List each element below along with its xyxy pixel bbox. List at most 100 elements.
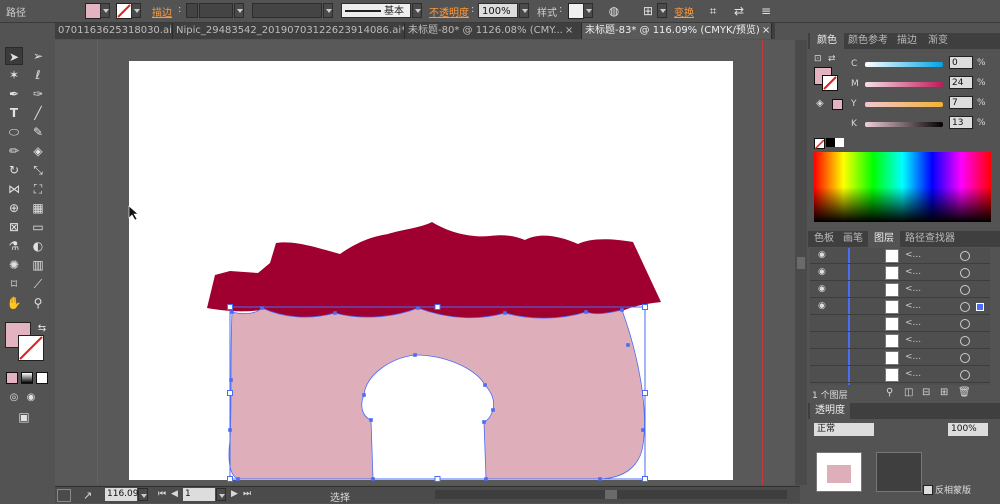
- horizontal-scroll-thumb[interactable]: [605, 490, 617, 499]
- visibility-eye-icon[interactable]: ◉: [818, 302, 829, 311]
- layer-row[interactable]: ◉ <...: [810, 248, 990, 264]
- anchor-point[interactable]: [333, 311, 337, 315]
- target-icon[interactable]: [960, 302, 970, 312]
- anchor-point[interactable]: [260, 306, 264, 310]
- target-icon[interactable]: [960, 251, 970, 261]
- selection-handle[interactable]: [642, 304, 648, 310]
- magenta-slider[interactable]: [865, 82, 943, 87]
- next-artboard-icon[interactable]: ▶: [231, 489, 238, 499]
- web-color-swatch[interactable]: [832, 99, 843, 110]
- tab-gradient[interactable]: 渐变: [923, 33, 953, 49]
- vertical-scroll-thumb[interactable]: [797, 257, 805, 269]
- target-icon[interactable]: [960, 370, 970, 380]
- anchor-point[interactable]: [626, 343, 630, 347]
- layer-row[interactable]: <...: [810, 316, 990, 332]
- tab-pathfinder[interactable]: 路径查找器: [901, 231, 959, 247]
- swap-colors-icon[interactable]: ⇄: [828, 54, 836, 64]
- layer-row[interactable]: <...: [810, 333, 990, 349]
- selected-art-indicator[interactable]: [976, 303, 984, 311]
- anchor-point[interactable]: [598, 477, 602, 481]
- zoom-field[interactable]: 116.09: [105, 488, 139, 501]
- artboard-dropdown[interactable]: [216, 488, 226, 501]
- tab-brushes[interactable]: 画笔: [839, 231, 867, 247]
- delete-layer-icon[interactable]: 🗑: [958, 387, 971, 398]
- anchor-point[interactable]: [641, 428, 645, 432]
- new-sublayer-icon[interactable]: ⊟: [922, 387, 930, 398]
- anchor-point[interactable]: [362, 393, 366, 397]
- color-panel-stroke-box[interactable]: [822, 75, 838, 91]
- share-icon[interactable]: ↗: [83, 489, 95, 502]
- anchor-point[interactable]: [484, 477, 488, 481]
- black-slider[interactable]: [865, 122, 943, 127]
- first-artboard-icon[interactable]: ⏮: [158, 489, 166, 499]
- selection-handle[interactable]: [227, 476, 233, 482]
- locate-object-icon[interactable]: ⚲: [886, 387, 893, 398]
- anchor-point[interactable]: [483, 383, 487, 387]
- make-clipping-mask-icon[interactable]: ◫: [904, 387, 913, 398]
- target-icon[interactable]: [960, 319, 970, 329]
- last-artboard-icon[interactable]: ⏭: [243, 489, 251, 499]
- layer-row[interactable]: ◉ <...: [810, 282, 990, 298]
- layer-row[interactable]: <...: [810, 350, 990, 366]
- none-swatch[interactable]: [814, 138, 825, 150]
- blend-mode-select[interactable]: 正常: [814, 423, 874, 436]
- cyan-value-field[interactable]: 0: [949, 56, 973, 69]
- anchor-point[interactable]: [236, 477, 240, 481]
- anchor-point[interactable]: [229, 378, 233, 382]
- target-icon[interactable]: [960, 336, 970, 346]
- target-icon[interactable]: [960, 268, 970, 278]
- anchor-point[interactable]: [228, 428, 232, 432]
- visibility-eye-icon[interactable]: ◉: [818, 268, 829, 277]
- anchor-point[interactable]: [584, 310, 588, 314]
- visibility-eye-icon[interactable]: ◉: [818, 251, 829, 260]
- selection-handle[interactable]: [434, 304, 441, 310]
- layer-row[interactable]: ◉ <...: [810, 299, 990, 315]
- tab-swatches[interactable]: 色板: [810, 231, 838, 247]
- black-swatch[interactable]: [826, 138, 835, 147]
- magenta-value-field[interactable]: 24: [949, 76, 973, 89]
- tab-stroke[interactable]: 描边: [892, 33, 922, 49]
- selection-handle[interactable]: [227, 304, 233, 310]
- target-icon[interactable]: [960, 285, 970, 295]
- layer-row[interactable]: <...: [810, 367, 990, 383]
- yellow-value-field[interactable]: 7: [949, 96, 973, 109]
- anchor-point[interactable]: [369, 418, 373, 422]
- tab-transparency[interactable]: 透明度: [810, 403, 850, 419]
- anchor-point[interactable]: [491, 408, 495, 412]
- selection-handle[interactable]: [227, 390, 233, 396]
- selection-handle[interactable]: [434, 476, 441, 482]
- visibility-eye-icon[interactable]: ◉: [818, 285, 829, 294]
- horizontal-scrollbar[interactable]: [435, 490, 787, 499]
- layer-row[interactable]: ◉ <...: [810, 265, 990, 281]
- yellow-slider[interactable]: [865, 102, 943, 107]
- tab-layers[interactable]: 图层: [868, 231, 900, 247]
- white-swatch[interactable]: [835, 138, 844, 147]
- anchor-point[interactable]: [620, 308, 624, 312]
- anchor-point[interactable]: [482, 420, 486, 424]
- transparency-opacity-field[interactable]: 100%: [948, 423, 988, 436]
- tab-color[interactable]: 颜色: [810, 33, 844, 49]
- color-spectrum[interactable]: [814, 152, 991, 222]
- vertical-scrollbar[interactable]: [795, 40, 807, 485]
- anchor-point[interactable]: [503, 311, 507, 315]
- selection-handle[interactable]: [642, 476, 648, 482]
- target-icon[interactable]: [960, 353, 970, 363]
- opacity-mask-thumbnail[interactable]: [876, 452, 922, 492]
- new-layer-icon[interactable]: ⊞: [940, 387, 948, 398]
- cyan-slider[interactable]: [865, 62, 943, 67]
- anchor-point[interactable]: [230, 310, 234, 314]
- zoom-dropdown[interactable]: [138, 488, 148, 501]
- anchor-point[interactable]: [416, 306, 420, 310]
- tab-color-guide[interactable]: 颜色参考: [845, 33, 891, 49]
- artboard-number-field[interactable]: 1: [183, 488, 215, 501]
- invert-mask-checkbox[interactable]: [923, 485, 933, 495]
- prev-artboard-icon[interactable]: ◀: [171, 489, 178, 499]
- selection-handle[interactable]: [642, 390, 648, 396]
- roof-shape[interactable]: [207, 222, 661, 319]
- transparency-thumbnail[interactable]: [816, 452, 862, 492]
- wall-shape[interactable]: [228, 307, 645, 480]
- black-value-field[interactable]: 13: [949, 116, 973, 129]
- anchor-point[interactable]: [371, 477, 375, 481]
- anchor-point[interactable]: [413, 353, 417, 357]
- default-colors-icon[interactable]: ⊡: [814, 54, 822, 64]
